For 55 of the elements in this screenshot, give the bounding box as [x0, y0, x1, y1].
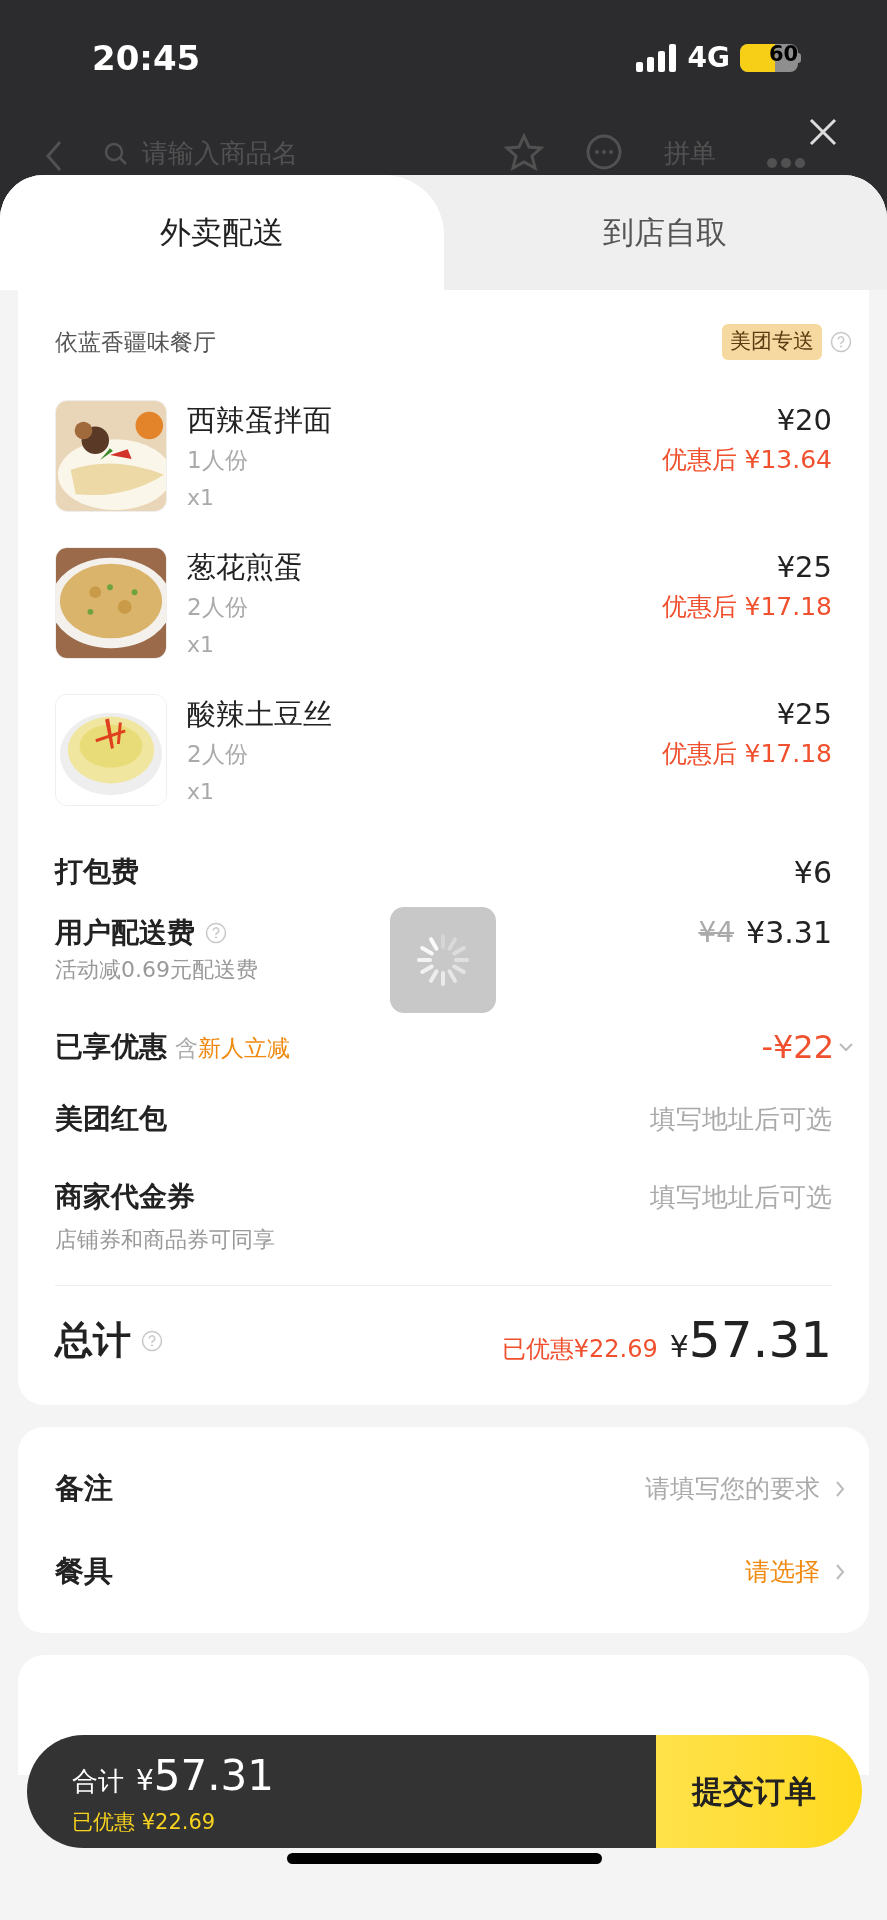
discounted-price: 优惠后 ¥13.64	[661, 444, 832, 476]
fee-value: ¥3.31	[746, 914, 832, 952]
coupon-label: 商家代金券	[55, 1179, 196, 1215]
option-value[interactable]: 请选择	[745, 1552, 820, 1591]
checkout-amount: ¥57.31	[136, 1750, 275, 1803]
fee-note: 活动减0.69元配送费	[55, 956, 258, 984]
coupon-value[interactable]: 填写地址后可选	[650, 1099, 832, 1139]
item-price: ¥25	[776, 696, 832, 733]
total-saved: 已优惠¥22.69	[501, 1334, 658, 1365]
discounted-price: 优惠后 ¥17.18	[661, 738, 832, 770]
delivery-badge: 美团专送	[722, 324, 822, 360]
coupon-label: 美团红包	[55, 1101, 167, 1137]
total-label: 总计	[55, 1317, 131, 1364]
item-price: ¥25	[776, 549, 832, 586]
submit-order-button[interactable]: 提交订单	[656, 1735, 862, 1848]
search-icon	[104, 141, 128, 166]
option-label: 备注	[55, 1469, 113, 1507]
coupon-value[interactable]: 填写地址后可选	[650, 1177, 832, 1217]
item-price: ¥20	[776, 402, 832, 439]
original-price: ¥4	[698, 915, 735, 951]
total-amount: ¥57.31	[669, 1310, 832, 1371]
checkout-label: 合计	[72, 1765, 124, 1799]
close-icon	[808, 117, 838, 147]
item-name: 酸辣土豆丝	[187, 696, 333, 733]
item-portion: 2人份	[187, 593, 249, 622]
discounted-price: 优惠后 ¥17.18	[661, 591, 832, 623]
fee-value: ¥6	[793, 853, 832, 892]
option-label: 餐具	[55, 1552, 113, 1590]
item-quantity: x1	[187, 484, 216, 512]
fee-label: 打包费	[55, 854, 139, 890]
item-name: 西辣蛋拌面	[187, 402, 333, 439]
item-name: 葱花煎蛋	[187, 549, 304, 586]
discount-value: -¥22	[761, 1027, 834, 1068]
discount-label: 已享优惠	[55, 1029, 167, 1065]
help-icon	[205, 922, 227, 944]
help-icon	[141, 1329, 163, 1352]
network-label: 4G	[687, 40, 730, 76]
item-quantity: x1	[187, 631, 216, 659]
chevron-down-icon	[838, 1042, 854, 1052]
option-value[interactable]: 请填写您的要求	[645, 1469, 820, 1508]
store-name: 依蓝香疆味餐厅	[55, 327, 216, 357]
discount-note: 含新人立减	[175, 1034, 290, 1063]
more-icon	[766, 157, 806, 169]
tab[interactable]: 外卖配送	[0, 175, 444, 290]
signal-icon	[635, 44, 678, 72]
item-portion: 2人份	[187, 740, 249, 769]
fee-label: 用户配送费	[55, 915, 195, 951]
coupon-note: 店铺券和商品券可同享	[55, 1226, 275, 1254]
item-portion: 1人份	[187, 446, 249, 475]
help-icon	[830, 331, 852, 353]
back-icon	[44, 139, 64, 173]
item-quantity: x1	[187, 778, 216, 806]
status-time: 20:45	[92, 36, 201, 80]
checkout-saved: 已优惠 ¥22.69	[72, 1809, 217, 1837]
star-icon	[504, 133, 544, 173]
